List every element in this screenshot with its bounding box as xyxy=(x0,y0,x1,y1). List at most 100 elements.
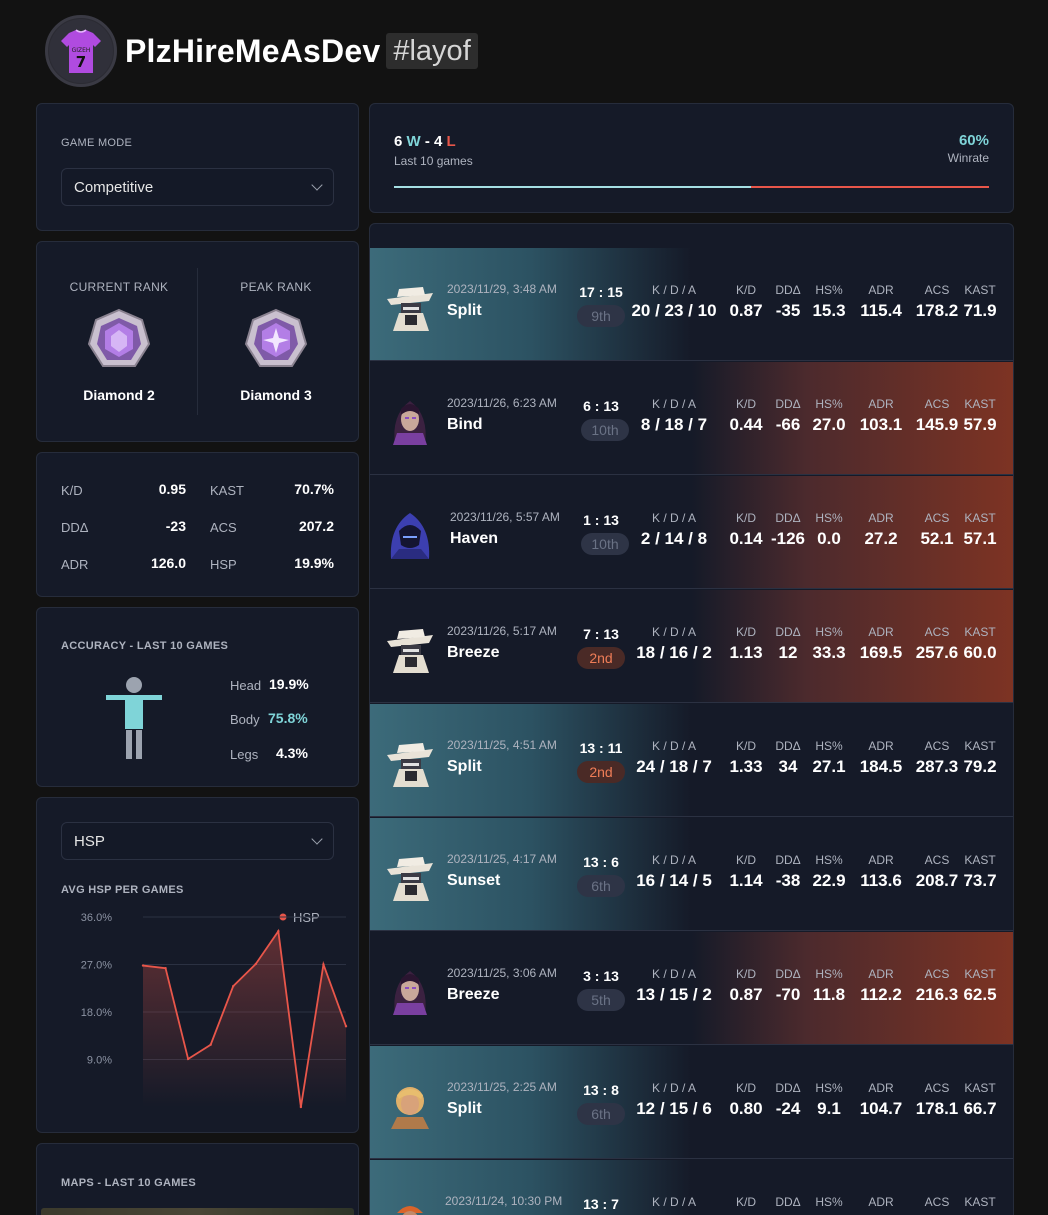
stat-adr-label: ADR xyxy=(61,557,89,572)
jersey-number: 7 xyxy=(76,53,86,71)
blonde-agent-icon xyxy=(391,1087,429,1129)
hsp-data-point xyxy=(277,930,280,933)
rank-card: CURRENT RANK Diamond 2 PEAK RANK Diamond… xyxy=(36,241,359,442)
match-map: Haven xyxy=(450,530,499,547)
accuracy-title: ACCURACY - LAST 10 GAMES xyxy=(61,640,229,652)
chart-title: AVG HSP PER GAMES xyxy=(61,884,184,896)
match-map: Split xyxy=(447,302,482,319)
wins-letter: W xyxy=(406,133,421,150)
col-header-kda: K / D / A xyxy=(651,853,696,867)
game-mode-select[interactable]: Competitive xyxy=(61,168,334,206)
match-row[interactable]: 2023/11/24, 10:30 PM 13 : 7K / D / A K/D DD… xyxy=(370,1160,1013,1215)
match-score: 13 : 8 xyxy=(583,1082,619,1098)
match-kast: 57.1 xyxy=(963,529,997,548)
match-kast: 60.0 xyxy=(963,643,997,662)
stat-dd-value: -23 xyxy=(165,518,186,534)
match-placement-badge: 10th xyxy=(581,533,629,555)
col-header-kast: KAST xyxy=(964,853,996,867)
winrate-label: Winrate xyxy=(947,151,989,165)
col-header-kda: K / D / A xyxy=(651,625,696,639)
match-kast: 73.7 xyxy=(963,871,997,890)
winrate-bar-fill xyxy=(394,186,751,188)
match-row[interactable]: 2023/11/26, 5:57 AM Haven 1 : 13 10th K / D … xyxy=(370,476,1013,589)
hsp-data-point xyxy=(344,1025,348,1028)
match-date: 2023/11/24, 10:30 PM xyxy=(445,1194,563,1208)
match-map: Sunset xyxy=(447,872,501,889)
match-map: Breeze xyxy=(447,644,500,661)
col-header-kda: K / D / A xyxy=(651,397,696,411)
match-kast: 79.2 xyxy=(963,757,997,776)
avatar: GIZEH 7 xyxy=(45,15,117,87)
match-score: 7 : 13 xyxy=(583,626,619,642)
y-tick-label: 36.0% xyxy=(81,912,112,924)
cowboy-agent-icon xyxy=(387,629,433,673)
col-header-kast: KAST xyxy=(964,967,996,981)
match-row[interactable]: 2023/11/25, 4:17 AM Sunset 13 : 6 6th K / D … xyxy=(370,818,1013,931)
purple-hair-agent-icon xyxy=(393,971,427,1015)
stat-kd-label: K/D xyxy=(61,483,83,498)
y-tick-label: 27.0% xyxy=(81,960,112,972)
stat-acs-label: ACS xyxy=(210,520,237,535)
hsp-data-point xyxy=(254,962,257,966)
body-figure-icon xyxy=(106,677,162,759)
peak-rank-name: Diamond 3 xyxy=(240,387,312,403)
maps-card: MAPS - LAST 10 GAMES xyxy=(36,1143,359,1215)
match-score: 17 : 15 xyxy=(579,284,623,300)
match-placement-badge: 10th xyxy=(581,419,629,441)
match-date: 2023/11/25, 4:51 AM xyxy=(447,738,557,752)
hooded-agent-icon xyxy=(390,513,430,559)
match-placement-badge: 2nd xyxy=(577,761,625,783)
hsp-data-point xyxy=(164,966,167,970)
hsp-data-point xyxy=(209,1043,212,1046)
y-tick-label: 18.0% xyxy=(81,1007,112,1019)
match-kast: 71.9 xyxy=(963,301,997,320)
losses-count: 4 xyxy=(434,133,443,150)
chart-metric-select[interactable]: HSP xyxy=(61,822,334,860)
peak-rank: PEAK RANK Diamond 3 xyxy=(196,242,356,441)
hsp-line-chart: HSP9.0%18.0%27.0%36.0% xyxy=(81,910,348,1109)
record-separator: - xyxy=(424,133,430,150)
cowboy-agent-icon xyxy=(387,287,433,331)
cowboy-agent-icon xyxy=(387,857,433,901)
current-rank: CURRENT RANK Diamond 2 xyxy=(39,242,199,441)
diamond-rank-icon xyxy=(87,308,151,367)
body-label: Body xyxy=(230,712,260,727)
legs-label: Legs xyxy=(230,747,259,762)
hsp-data-point xyxy=(186,1057,190,1061)
losses-letter: L xyxy=(446,133,456,150)
jersey-icon: GIZEH 7 xyxy=(49,19,113,83)
match-row[interactable]: 2023/11/25, 4:51 AM Split 13 : 11 2nd K / D … xyxy=(370,704,1013,817)
col-header-kast: KAST xyxy=(964,397,996,411)
hsp-data-point xyxy=(299,1105,303,1109)
col-header-kda: K / D / A xyxy=(651,283,696,297)
cowboy-agent-icon xyxy=(387,743,433,787)
accuracy-card: ACCURACY - LAST 10 GAMES Head 19.9% Body… xyxy=(36,607,359,787)
hsp-chart-card: HSP AVG HSP PER GAMES HSP 9.0% 18.0% 27.0% 3… xyxy=(36,797,359,1133)
col-header-kast: KAST xyxy=(964,625,996,639)
match-row[interactable]: 2023/11/29, 3:48 AM Split 17 : 15 9th K / D … xyxy=(370,248,1013,361)
col-header-kast: KAST xyxy=(964,511,996,525)
win-loss-record: 6 W - 4 L xyxy=(394,133,456,150)
match-date: 2023/11/26, 6:23 AM xyxy=(447,396,557,410)
username: PlzHireMeAsDev xyxy=(125,32,381,69)
col-header-kast: KAST xyxy=(964,1195,996,1209)
match-row[interactable]: 2023/11/25, 2:25 AM Split 13 : 8 6th K / D /… xyxy=(370,1046,1013,1159)
purple-hair-agent-icon xyxy=(393,401,427,445)
match-row[interactable]: 2023/11/26, 5:17 AM Breeze 7 : 13 2nd K / D … xyxy=(370,590,1013,703)
head-label: Head xyxy=(230,678,262,693)
winrate-bar xyxy=(394,186,989,188)
col-header-kda: K / D / A xyxy=(651,967,696,981)
match-kast: 57.9 xyxy=(963,415,997,434)
col-header-kda: K / D / A xyxy=(651,511,696,525)
match-row[interactable]: 2023/11/26, 6:23 AM Bind 6 : 13 10th K / D /… xyxy=(370,362,1013,475)
hsp-data-point xyxy=(232,984,235,988)
match-date: 2023/11/29, 3:48 AM xyxy=(447,282,557,296)
match-score: 13 : 6 xyxy=(583,854,619,870)
col-header-kast: KAST xyxy=(964,1081,996,1095)
stat-adr-value: 126.0 xyxy=(150,555,186,571)
stat-hsp-value: 19.9% xyxy=(294,555,334,571)
stat-kd-value: 0.95 xyxy=(158,481,186,497)
match-score: 13 : 11 xyxy=(579,740,623,756)
match-row[interactable]: 2023/11/25, 3:06 AM Breeze 3 : 13 5th K / D … xyxy=(370,932,1013,1045)
diamond-rank-icon xyxy=(244,308,308,367)
